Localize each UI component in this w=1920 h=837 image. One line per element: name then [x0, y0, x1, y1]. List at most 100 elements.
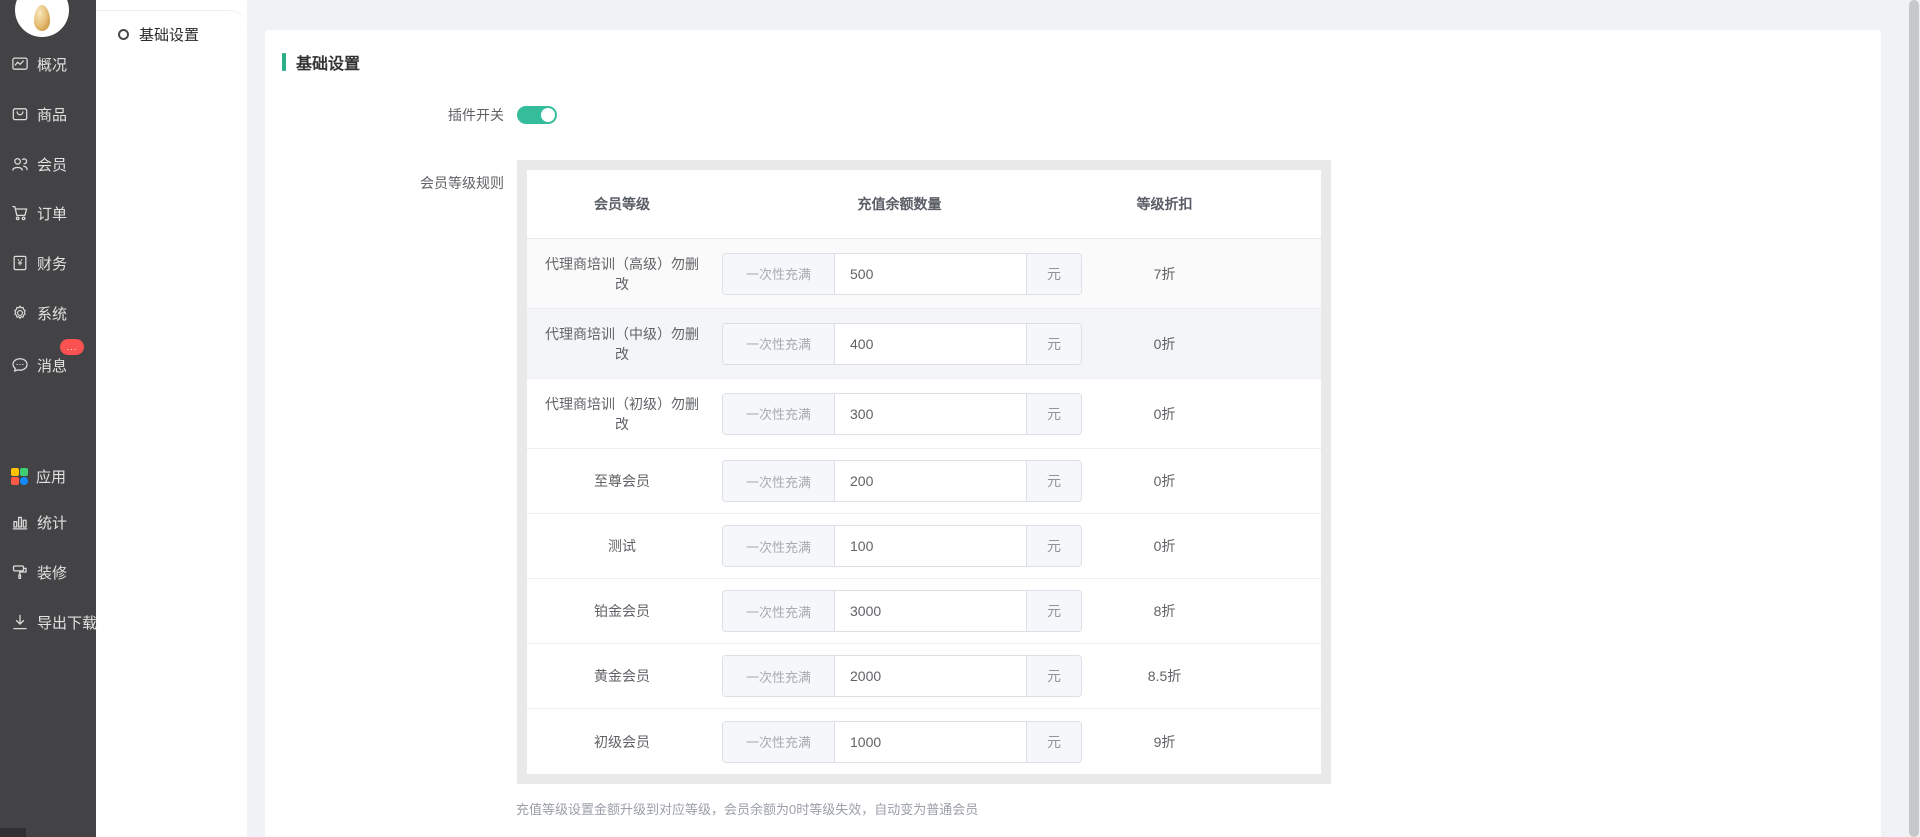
- amount-input[interactable]: [835, 591, 1026, 631]
- chat-bubble-icon: [11, 356, 29, 374]
- table-row: 至尊会员 一次性充满 元 0折: [527, 449, 1321, 514]
- member-level-name: 黄金会员: [527, 666, 717, 686]
- overview-icon: [11, 55, 29, 73]
- sidebar-item-messages[interactable]: 消息: [11, 354, 67, 376]
- plugin-switch-label: 插件开关: [265, 105, 504, 125]
- secondary-sidebar-panel: 基础设置: [96, 10, 247, 837]
- sidebar-item-label: 消息: [37, 355, 67, 376]
- input-prefix-addon: 一次性充满: [723, 591, 835, 631]
- goods-icon: [11, 105, 29, 123]
- discount-value: 0折: [1082, 471, 1321, 491]
- amount-input-group: 一次性充满 元: [722, 525, 1082, 567]
- sidebar-item-apps[interactable]: 应用: [11, 465, 66, 487]
- input-suffix-addon: 元: [1026, 722, 1081, 762]
- sidebar-item-label: 导出下载: [37, 612, 97, 633]
- sidebar-item-label: 商品: [37, 104, 67, 125]
- member-level-rules-label: 会员等级规则: [265, 160, 504, 193]
- sidebar-item-label: 财务: [37, 253, 67, 274]
- table-frame: 会员等级 充值余额数量 等级折扣 代理商培训（高级）勿删改 一次性充满 元 7折…: [517, 160, 1331, 784]
- table-row: 铂金会员 一次性充满 元 8折: [527, 579, 1321, 644]
- discount-value: 0折: [1082, 536, 1321, 556]
- plugin-switch[interactable]: [517, 106, 557, 124]
- amount-input-group: 一次性充满 元: [722, 393, 1082, 435]
- sidebar-item-finance[interactable]: ¥ 财务: [11, 252, 67, 274]
- table-row: 黄金会员 一次性充满 元 8.5折: [527, 644, 1321, 709]
- input-prefix-addon: 一次性充满: [723, 722, 835, 762]
- table-row: 代理商培训（初级）勿删改 一次性充满 元 0折: [527, 379, 1321, 449]
- header-level-discount: 等级折扣: [1082, 194, 1321, 214]
- table-row: 测试 一次性充满 元 0折: [527, 514, 1321, 579]
- input-suffix-addon: 元: [1026, 461, 1081, 501]
- gear-icon: [11, 304, 29, 322]
- sidebar-item-label: 会员: [37, 154, 67, 175]
- sidebar-item-label: 订单: [37, 203, 67, 224]
- apps-icon: [11, 468, 28, 485]
- amount-input[interactable]: [835, 461, 1026, 501]
- sidebar-item-export-download[interactable]: 导出下载: [11, 611, 97, 633]
- input-suffix-addon: 元: [1026, 526, 1081, 566]
- input-prefix-addon: 一次性充满: [723, 656, 835, 696]
- members-icon: [11, 155, 29, 173]
- input-prefix-addon: 一次性充满: [723, 461, 835, 501]
- input-prefix-addon: 一次性充满: [723, 254, 835, 294]
- section-title: 基础设置: [265, 30, 1881, 72]
- member-level-name: 代理商培训（高级）勿删改: [527, 254, 717, 294]
- bar-chart-icon: [11, 513, 29, 531]
- message-badge: ...: [60, 339, 84, 355]
- orders-cart-icon: [11, 204, 29, 222]
- sidebar-item-label: 装修: [37, 562, 67, 583]
- amount-input[interactable]: [835, 324, 1026, 364]
- shop-logo-icon: [34, 5, 50, 31]
- sidebar-item-decoration[interactable]: 装修: [11, 561, 67, 583]
- input-suffix-addon: 元: [1026, 254, 1081, 294]
- sidebar-item-label: 统计: [37, 512, 67, 533]
- switch-knob: [541, 108, 555, 122]
- scrollbar[interactable]: [1908, 0, 1920, 837]
- shop-avatar: [15, 0, 69, 37]
- input-prefix-addon: 一次性充满: [723, 394, 835, 434]
- member-level-table: 会员等级 充值余额数量 等级折扣 代理商培训（高级）勿删改 一次性充满 元 7折…: [527, 170, 1321, 774]
- finance-icon: ¥: [11, 254, 29, 272]
- subnav-item-label: 基础设置: [139, 24, 199, 45]
- member-level-table-body: 代理商培训（高级）勿删改 一次性充满 元 7折 代理商培训（中级）勿删改 一次性…: [527, 239, 1321, 774]
- paint-roller-icon: [11, 563, 29, 581]
- subnav-item-basic-settings[interactable]: 基础设置: [96, 11, 247, 45]
- radio-circle-icon: [118, 29, 129, 40]
- amount-input-group: 一次性充满 元: [722, 460, 1082, 502]
- svg-text:¥: ¥: [16, 258, 23, 268]
- section-title-marker: [282, 53, 286, 71]
- table-row: 代理商培训（中级）勿删改 一次性充满 元 0折: [527, 309, 1321, 379]
- sidebar-item-members[interactable]: 会员: [11, 153, 67, 175]
- header-recharge-balance: 充值余额数量: [717, 194, 1082, 214]
- amount-input[interactable]: [835, 526, 1026, 566]
- member-level-name: 测试: [527, 536, 717, 556]
- input-suffix-addon: 元: [1026, 324, 1081, 364]
- member-level-name: 代理商培训（中级）勿删改: [527, 324, 717, 364]
- scrollbar-thumb[interactable]: [1909, 0, 1919, 837]
- amount-input[interactable]: [835, 722, 1026, 762]
- discount-value: 0折: [1082, 334, 1321, 354]
- input-suffix-addon: 元: [1026, 656, 1081, 696]
- amount-input[interactable]: [835, 254, 1026, 294]
- sidebar-item-orders[interactable]: 订单: [11, 202, 67, 224]
- sidebar-item-overview[interactable]: 概况: [11, 53, 67, 75]
- amount-input[interactable]: [835, 394, 1026, 434]
- input-prefix-addon: 一次性充满: [723, 324, 835, 364]
- sidebar-item-statistics[interactable]: 统计: [11, 511, 67, 533]
- plugin-switch-row: 插件开关: [265, 104, 1881, 126]
- sidebar-item-goods[interactable]: 商品: [11, 103, 67, 125]
- settings-card: 基础设置 插件开关 会员等级规则 会员等级 充值余额数量 等级折扣 代理商培训（…: [265, 30, 1881, 837]
- sidebar-item-label: 概况: [37, 54, 67, 75]
- discount-value: 0折: [1082, 404, 1321, 424]
- amount-input-group: 一次性充满 元: [722, 721, 1082, 763]
- sidebar-item-system[interactable]: 系统: [11, 302, 67, 324]
- header-member-level: 会员等级: [527, 194, 717, 214]
- input-suffix-addon: 元: [1026, 394, 1081, 434]
- input-prefix-addon: 一次性充满: [723, 526, 835, 566]
- table-row: 代理商培训（高级）勿删改 一次性充满 元 7折: [527, 239, 1321, 309]
- member-level-name: 至尊会员: [527, 471, 717, 491]
- page-title: 基础设置: [296, 50, 360, 74]
- amount-input[interactable]: [835, 656, 1026, 696]
- primary-sidebar: 概况 商品 会员 订单 ¥ 财务 系统 消息 ... 应用 统计 装修 导出下: [0, 0, 96, 837]
- amount-input-group: 一次性充满 元: [722, 323, 1082, 365]
